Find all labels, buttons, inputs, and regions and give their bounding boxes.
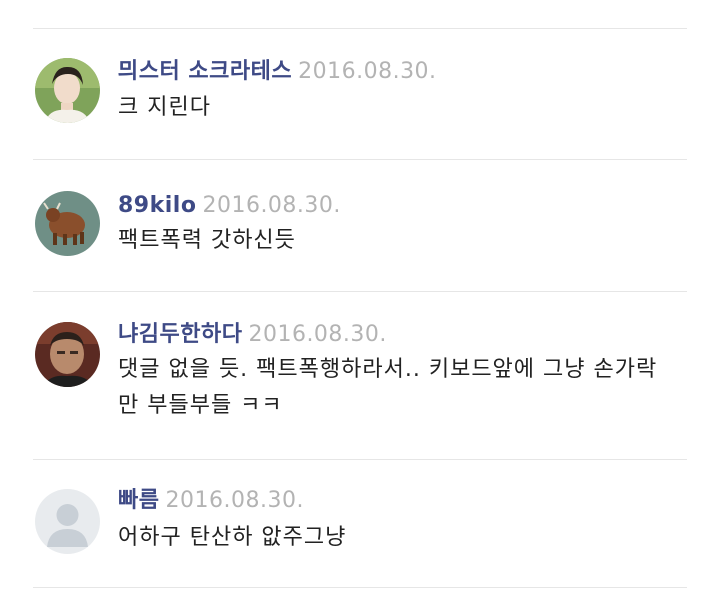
author-name[interactable]: 빠름 bbox=[118, 488, 159, 513]
comment-item: 믜스터 소크라테스 2016.08.30. 크 지린다 bbox=[0, 28, 720, 159]
comment-text: 어하구 탄산하 앖주그냥 bbox=[118, 525, 347, 550]
comment-meta: 빠름 2016.08.30. bbox=[118, 488, 304, 514]
comment-meta: 89kilo 2016.08.30. bbox=[118, 193, 341, 219]
comment-text: 크 지린다 bbox=[118, 95, 211, 120]
divider bbox=[33, 587, 687, 588]
comment-date: 2016.08.30. bbox=[248, 322, 387, 347]
comment-item: 냐김두한하다 2016.08.30. 댓글 없을 듯. 팩트폭행하라서.. 키보드… bbox=[0, 291, 720, 459]
user-avatar[interactable] bbox=[35, 191, 100, 256]
comment-list: 믜스터 소크라테스 2016.08.30. 크 지린다 89kilo 2016.08… bbox=[0, 0, 720, 602]
author-name[interactable]: 89kilo bbox=[118, 193, 196, 218]
comment-date: 2016.08.30. bbox=[202, 193, 341, 218]
author-name[interactable]: 믜스터 소크라테스 bbox=[118, 59, 292, 84]
author-name[interactable]: 냐김두한하다 bbox=[118, 322, 242, 347]
comment-date: 2016.08.30. bbox=[298, 59, 437, 84]
comment-text: 댓글 없을 듯. 팩트폭행하라서.. 키보드앞에 그냥 손가락만 부들부들 ㅋㅋ bbox=[118, 357, 658, 418]
young-man-avatar-icon bbox=[35, 58, 100, 123]
comment-meta: 냐김두한하다 2016.08.30. bbox=[118, 322, 387, 348]
user-avatar[interactable] bbox=[35, 58, 100, 123]
comment-item: 89kilo 2016.08.30. 팩트폭력 갓하신듯 bbox=[0, 159, 720, 291]
default-user-icon bbox=[35, 489, 100, 554]
comment-date: 2016.08.30. bbox=[165, 488, 304, 513]
user-avatar[interactable] bbox=[35, 322, 100, 387]
bull-avatar-icon bbox=[35, 191, 100, 256]
comment-meta: 믜스터 소크라테스 2016.08.30. bbox=[118, 59, 437, 85]
user-avatar[interactable] bbox=[35, 489, 100, 554]
older-man-avatar-icon bbox=[35, 322, 100, 387]
comment-text: 팩트폭력 갓하신듯 bbox=[118, 228, 296, 253]
comment-item: 빠름 2016.08.30. 어하구 탄산하 앖주그냥 bbox=[0, 459, 720, 587]
